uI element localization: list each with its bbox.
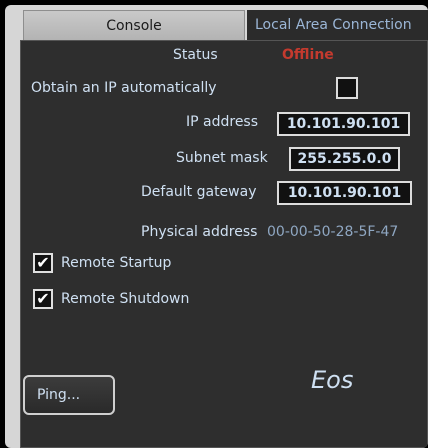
remote-startup-label: Remote Startup <box>61 255 172 271</box>
subnet-mask-field[interactable]: 255.255.0.0 <box>289 147 400 171</box>
default-gateway-field[interactable]: 10.101.90.101 <box>277 181 412 205</box>
remote-shutdown-checkbox[interactable]: ✔ <box>33 289 53 309</box>
network-settings-panel: Status Offline Obtain an IP automaticall… <box>20 40 428 448</box>
ping-button[interactable]: Ping... <box>23 375 115 415</box>
subnet-mask-label: Subnet mask <box>176 150 268 166</box>
ip-address-field[interactable]: 10.101.90.101 <box>277 112 410 136</box>
obtain-ip-automatically-checkbox[interactable] <box>336 77 358 99</box>
remote-startup-checkbox[interactable]: ✔ <box>33 253 53 273</box>
remote-shutdown-label: Remote Shutdown <box>61 291 190 307</box>
window-frame: Console Local Area Connection Status Off… <box>5 5 428 448</box>
tab-console[interactable]: Console <box>23 10 245 40</box>
tab-local-area-connection[interactable]: Local Area Connection <box>247 10 428 40</box>
ip-address-label: IP address <box>186 114 259 130</box>
physical-address-label: Physical address <box>141 224 258 240</box>
status-label: Status <box>173 47 218 63</box>
status-value: Offline <box>282 47 334 63</box>
default-gateway-label: Default gateway <box>141 184 257 200</box>
obtain-ip-automatically-label: Obtain an IP automatically <box>31 80 217 96</box>
console-name: Eos <box>311 366 354 394</box>
physical-address-value: 00-00-50-28-5F-47 <box>267 224 399 240</box>
